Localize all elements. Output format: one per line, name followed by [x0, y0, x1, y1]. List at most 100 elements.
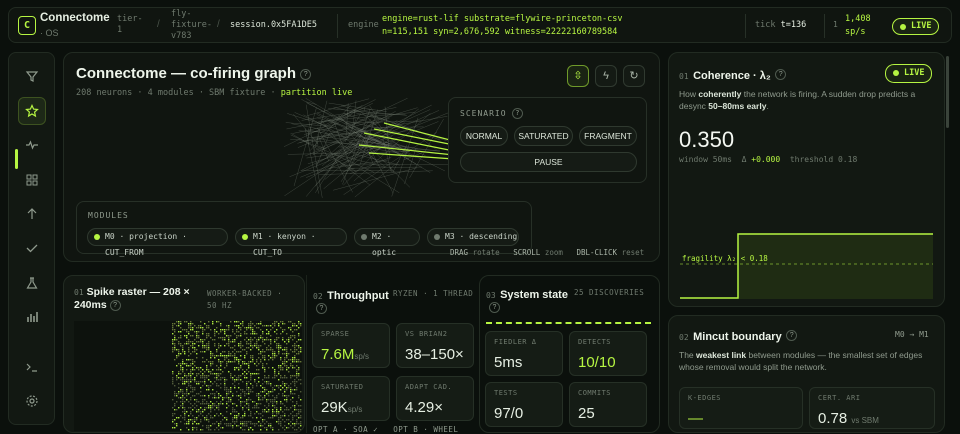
module-chip-m1[interactable]: M1 · kenyon · CUT_TO	[235, 228, 347, 246]
refresh-button[interactable]: ↻	[623, 65, 645, 87]
spike	[292, 361, 293, 362]
raster-canvas[interactable]	[74, 321, 302, 431]
scenario-fragment-button[interactable]: FRAGMENT	[579, 126, 637, 146]
spike	[190, 335, 191, 336]
throughput-panel: 02 Throughput ? RYZEN · 1 THREAD SPARSE …	[306, 275, 478, 433]
spike	[300, 405, 301, 406]
spike	[176, 393, 177, 394]
spike	[292, 417, 293, 418]
filter-icon[interactable]	[18, 62, 46, 90]
spike	[274, 375, 275, 376]
spike	[194, 361, 195, 362]
spike	[274, 411, 275, 412]
spike	[194, 351, 195, 352]
help-icon[interactable]: ?	[786, 330, 797, 341]
spike	[206, 389, 207, 390]
arrow-up-icon[interactable]	[18, 200, 46, 228]
check-icon[interactable]	[18, 234, 46, 262]
spike	[182, 393, 183, 394]
spike	[298, 411, 299, 412]
spike	[202, 429, 203, 430]
flask-icon[interactable]	[18, 269, 46, 297]
spike	[296, 325, 297, 326]
module-chip-m3[interactable]: M3 · descending	[427, 228, 519, 246]
spike	[178, 387, 179, 388]
spike	[240, 423, 241, 424]
gear-icon[interactable]	[18, 387, 46, 415]
spike	[244, 377, 245, 378]
spike	[202, 357, 203, 358]
spike	[186, 377, 187, 378]
stat-k-edges: K-EDGES —	[679, 387, 803, 429]
spike	[182, 395, 183, 396]
spike	[200, 391, 201, 392]
terminal-icon[interactable]	[18, 353, 46, 381]
spike	[284, 349, 285, 350]
spike	[238, 359, 239, 360]
spike	[204, 381, 205, 382]
breadcrumb-session[interactable]: session.0x5FA1DE5	[230, 20, 317, 31]
spike	[272, 351, 273, 352]
scenario-normal-button[interactable]: NORMAL	[460, 126, 508, 146]
anchor-button[interactable]: ⇳	[567, 65, 589, 87]
spike	[260, 335, 261, 336]
spike	[270, 391, 271, 392]
spike	[224, 389, 225, 390]
spike	[284, 353, 285, 354]
lightning-button[interactable]: ϟ	[595, 65, 617, 87]
graph-canvas[interactable]	[264, 93, 454, 203]
spike	[176, 349, 177, 350]
bar-chart-icon[interactable]	[18, 303, 46, 331]
spike	[182, 367, 183, 368]
spike	[232, 411, 233, 412]
spike	[274, 399, 275, 400]
spike	[176, 355, 177, 356]
star-icon[interactable]	[18, 97, 46, 125]
live-indicator[interactable]: LIVE	[885, 64, 932, 83]
help-icon[interactable]: ?	[512, 108, 523, 119]
spike	[270, 425, 271, 426]
spike	[292, 397, 293, 398]
spike	[226, 329, 227, 330]
spike	[214, 355, 215, 356]
breadcrumb-fixture[interactable]: fly-fixture-v783	[171, 9, 211, 42]
spike	[218, 361, 219, 362]
scrollbar[interactable]	[946, 56, 949, 128]
spike	[216, 397, 217, 398]
spike	[230, 375, 231, 376]
pause-button[interactable]: PAUSE	[460, 152, 637, 172]
spike	[276, 347, 277, 348]
rate-prefix: 1	[833, 20, 838, 29]
spike	[182, 361, 183, 362]
help-icon[interactable]: ?	[489, 302, 500, 313]
help-icon[interactable]: ?	[110, 300, 121, 311]
help-icon[interactable]: ?	[316, 303, 327, 314]
grid-icon[interactable]	[18, 166, 46, 194]
help-icon[interactable]: ?	[300, 69, 311, 80]
graph-edge	[302, 109, 372, 120]
module-chip-m0[interactable]: M0 · projection · CUT_FROM	[87, 228, 228, 246]
spike	[254, 407, 255, 408]
live-indicator[interactable]: LIVE	[892, 18, 939, 35]
spike	[206, 343, 207, 344]
spike	[204, 399, 205, 400]
breadcrumb-tier[interactable]: tier-1	[117, 14, 145, 36]
spike	[176, 357, 177, 358]
spike	[270, 383, 271, 384]
spike	[202, 339, 203, 340]
panel-title: 01 Spike raster — 208 × 240ms ?	[74, 286, 194, 312]
help-icon[interactable]: ?	[775, 69, 786, 80]
spike	[268, 425, 269, 426]
scenario-saturated-button[interactable]: SATURATED	[514, 126, 573, 146]
spike	[206, 333, 207, 334]
module-chip-m2[interactable]: M2 · optic	[354, 228, 420, 246]
spike	[262, 425, 263, 426]
pulse-icon[interactable]	[18, 131, 46, 159]
spike	[204, 407, 205, 408]
spike	[172, 371, 173, 372]
spike	[246, 393, 247, 394]
spike	[294, 347, 295, 348]
spike	[276, 401, 277, 402]
spike	[188, 355, 189, 356]
spike	[212, 393, 213, 394]
